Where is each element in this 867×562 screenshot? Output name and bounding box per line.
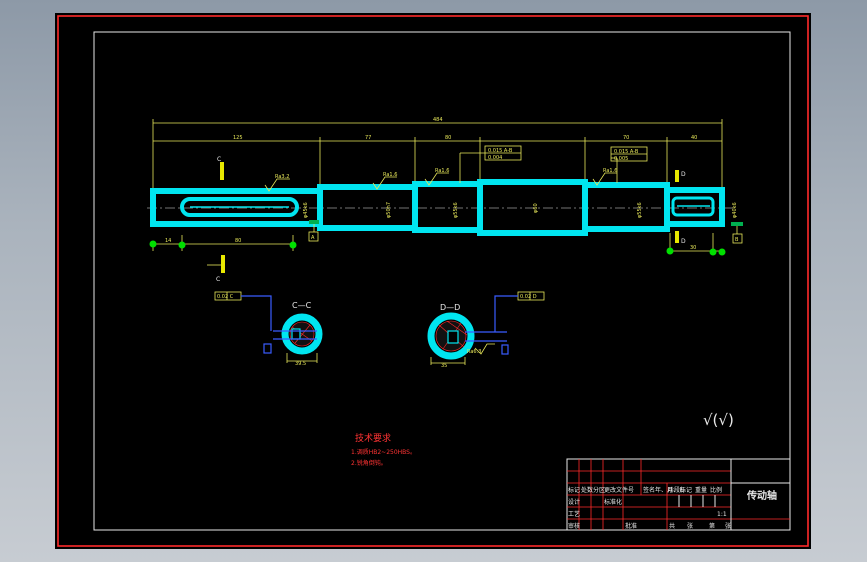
tb-scale: 1:1 [717, 511, 727, 518]
cut-marker-d-bottom: D [681, 238, 686, 245]
tb-process: 工艺 [568, 510, 580, 518]
section-d-label: D—D [440, 303, 460, 312]
tb-standard: 标准化 [604, 498, 622, 506]
dim-key-c: 80 [235, 238, 241, 244]
title-block: 标记 处数 分区 更改文件号 签名 年、月、日 设计 标准化 阶段标记 重量 比… [566, 458, 791, 531]
tb-h-2: 处数 [581, 486, 593, 494]
tol-right-2: 0.005 [614, 156, 628, 162]
tb-stage: 阶段标记 [668, 486, 692, 494]
tol-section-c: 0.02 C [217, 294, 234, 300]
roughness-d: Ra6.3 [467, 349, 481, 355]
cad-drawing: 484 125 77 80 70 40 φ45k6 φ50h7 φ55k6 φ6… [57, 15, 809, 547]
svg-text:φ60: φ60 [533, 203, 539, 213]
roughness-4: Ra1.6 [603, 168, 617, 174]
tb-h-5: 签名 [643, 486, 655, 494]
cut-marker-d-top: D [681, 171, 686, 178]
tol-left-2: 0.004 [488, 155, 502, 161]
section-d-view: D—D Ra6.3 35 0.02 D [427, 291, 545, 369]
svg-text:φ40k6: φ40k6 [732, 202, 738, 218]
section-c-label: C—C [292, 301, 312, 310]
section-c-view: C—C 39.5 0.02 C [214, 291, 323, 367]
inner-frame [93, 31, 791, 531]
tb-sheets: 张 [687, 522, 693, 530]
tol-left-1: 0.015 A-B [488, 148, 513, 154]
dim-key-c-offset: 14 [165, 238, 171, 244]
tol-section-d: 0.02 D [520, 294, 537, 300]
tol-right-1: 0.015 A-B [614, 149, 639, 155]
tech-req-line-2: 2.锐角倒钝。 [351, 459, 387, 467]
drawing-viewport[interactable]: 484 125 77 80 70 40 φ45k6 φ50h7 φ55k6 φ6… [55, 13, 811, 549]
tb-h-1: 标记 [568, 486, 580, 494]
cut-marker-c-bottom: C [216, 276, 220, 283]
dim-seg3: 80 [445, 135, 451, 141]
datum-b: B [735, 237, 739, 243]
dim-key-d: 30 [690, 245, 696, 251]
datum-a: A [311, 235, 315, 241]
svg-text:φ45k6: φ45k6 [303, 202, 309, 218]
dim-overall: 484 [433, 117, 443, 123]
svg-text:35: 35 [441, 363, 447, 369]
dim-seg1: 125 [233, 135, 243, 141]
tb-ratio: 比例 [710, 486, 722, 494]
svg-text:φ55k6: φ55k6 [453, 202, 459, 218]
shaft-main-view: 484 125 77 80 70 40 φ45k6 φ50h7 φ55k6 φ6… [147, 117, 743, 283]
svg-text:φ55k6: φ55k6 [637, 202, 643, 218]
dim-seg4: 70 [623, 135, 629, 141]
roughness-1: Ra3.2 [275, 174, 289, 180]
tb-weight: 重量 [695, 486, 707, 494]
outer-frame [57, 15, 809, 547]
tb-design: 设计 [568, 498, 580, 506]
dim-seg2: 77 [365, 135, 371, 141]
tb-sheet-no-2: 张 [725, 522, 731, 530]
tb-total: 共 [669, 522, 675, 530]
roughness-3: Ra1.6 [435, 168, 449, 174]
roughness-2: Ra1.6 [383, 172, 397, 178]
svg-text:φ50h7: φ50h7 [386, 202, 392, 218]
tb-sheet-no: 第 [709, 522, 715, 530]
svg-text:39.5: 39.5 [295, 361, 306, 367]
tech-req-title: 技术要求 [355, 432, 391, 444]
cut-marker-c-top: C [217, 156, 221, 163]
tech-requirements: 技术要求 1.调质HB2~250HBS。 2.锐角倒钝。 [351, 432, 416, 467]
drawing-title: 传动轴 [746, 489, 777, 502]
tb-review: 审核 [568, 522, 580, 530]
general-roughness: √(√) [703, 411, 734, 429]
tb-approve: 批准 [625, 522, 637, 530]
tech-req-line-1: 1.调质HB2~250HBS。 [351, 448, 416, 456]
dim-seg5: 40 [691, 135, 697, 141]
tb-h-4: 更改文件号 [604, 486, 634, 494]
